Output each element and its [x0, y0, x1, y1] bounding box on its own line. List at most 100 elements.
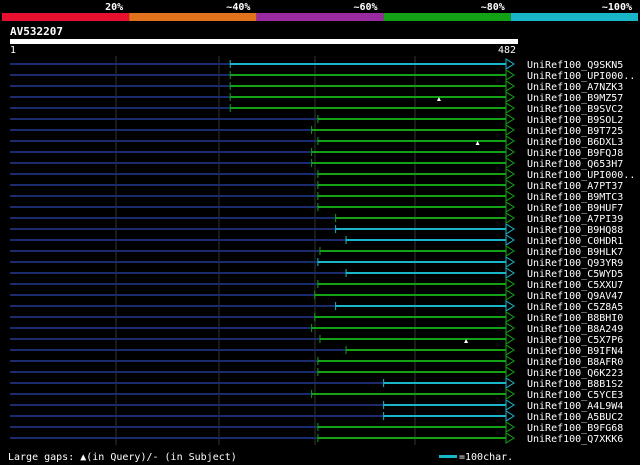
hit-list: UniRef100_Q9SKN5UniRef100_UPI000..UniRef…: [10, 58, 635, 445]
hit-row[interactable]: UniRef100_B9FQJ8: [10, 146, 623, 159]
hit-row[interactable]: UniRef100_A7NZK3: [10, 80, 623, 93]
hit-label[interactable]: UniRef100_B9MTC3: [527, 192, 623, 203]
hit-row[interactable]: UniRef100_Q7XKK6: [10, 432, 623, 445]
hit-row[interactable]: UniRef100_B9HLK7: [10, 245, 623, 258]
legend-label: 20%: [105, 2, 123, 13]
hit-row[interactable]: UniRef100_B8AFR0: [10, 355, 623, 368]
hit-row[interactable]: UniRef100_A5BUC2: [10, 410, 623, 423]
hit-row[interactable]: UniRef100_B9SOL2: [10, 113, 623, 126]
hit-label[interactable]: UniRef100_B9MZ57: [527, 93, 623, 104]
hit-label[interactable]: UniRef100_B9HUF7: [527, 203, 623, 214]
hit-label[interactable]: UniRef100_Q9AV47: [527, 291, 623, 302]
hit-arrowhead: [505, 410, 515, 422]
hit-label[interactable]: UniRef100_B9SVC2: [527, 104, 623, 115]
hit-label[interactable]: UniRef100_B6DXL3: [527, 137, 623, 148]
hit-row[interactable]: UniRef100_B9MTC3: [10, 190, 623, 203]
hit-label[interactable]: UniRef100_Q653H7: [527, 159, 623, 170]
footer-gaps-note: Large gaps: ▲(in Query)/- (in Subject): [8, 452, 237, 463]
hit-row[interactable]: UniRef100_Q653H7: [10, 157, 623, 170]
hit-arrowhead: [505, 179, 515, 191]
hit-row[interactable]: UniRef100_Q93YR9: [10, 256, 623, 269]
hit-label[interactable]: UniRef100_B9HQ88: [527, 225, 623, 236]
hit-row[interactable]: UniRef100_B9HUF7: [10, 201, 623, 214]
hit-label[interactable]: UniRef100_B8AFR0: [527, 357, 623, 368]
hit-label[interactable]: UniRef100_B8A249: [527, 324, 623, 335]
hit-row[interactable]: UniRef100_B9IFN4: [10, 344, 623, 357]
hit-row[interactable]: UniRef100_C5X7P6: [10, 333, 623, 346]
hit-row[interactable]: UniRef100_B9HQ88: [10, 223, 623, 236]
hit-arrowhead: [505, 432, 515, 444]
hit-row[interactable]: UniRef100_B9FG68: [10, 421, 623, 434]
hit-row[interactable]: UniRef100_B9SVC2: [10, 102, 623, 115]
hit-row[interactable]: UniRef100_A4L9W4: [10, 399, 623, 412]
legend-segment: [383, 13, 511, 21]
hit-row[interactable]: UniRef100_B8BHI0: [10, 311, 623, 324]
hit-arrowhead: [505, 355, 515, 367]
hit-row[interactable]: UniRef100_C5XXU7: [10, 278, 623, 291]
hit-row[interactable]: UniRef100_B8B1S2: [10, 377, 623, 390]
hit-row[interactable]: UniRef100_B9MZ57: [10, 91, 623, 104]
hit-label[interactable]: UniRef100_Q9SKN5: [527, 60, 623, 71]
hit-row[interactable]: UniRef100_UPI000..: [10, 69, 635, 82]
hit-row[interactable]: UniRef100_UPI000..: [10, 168, 635, 181]
hit-arrowhead: [505, 333, 515, 345]
legend-segment: [2, 13, 130, 21]
hit-row[interactable]: UniRef100_B9T725: [10, 124, 623, 137]
hit-arrowhead: [505, 223, 515, 235]
hit-arrowhead: [505, 124, 515, 136]
hit-arrowhead: [505, 421, 515, 433]
hit-row[interactable]: UniRef100_Q9SKN5: [10, 58, 623, 71]
hit-row[interactable]: UniRef100_C5YCE3: [10, 388, 623, 401]
hit-label[interactable]: UniRef100_Q93YR9: [527, 258, 623, 269]
hit-label[interactable]: UniRef100_B8BHI0: [527, 313, 623, 324]
hit-label[interactable]: UniRef100_B9HLK7: [527, 247, 623, 258]
hit-label[interactable]: UniRef100_C5YCE3: [527, 390, 623, 401]
hit-label[interactable]: UniRef100_B9FQJ8: [527, 148, 623, 159]
hit-arrowhead: [505, 267, 515, 279]
hit-arrowhead: [505, 212, 515, 224]
hit-label[interactable]: UniRef100_B9T725: [527, 126, 623, 137]
hit-row[interactable]: UniRef100_A7PT37: [10, 179, 623, 192]
hit-row[interactable]: UniRef100_B8A249: [10, 322, 623, 335]
hit-label[interactable]: UniRef100_C5XXU7: [527, 280, 623, 291]
hit-row[interactable]: UniRef100_A7PI39: [10, 212, 623, 225]
hit-label[interactable]: UniRef100_UPI000..: [527, 71, 635, 82]
hit-label[interactable]: UniRef100_A5BUC2: [527, 412, 623, 423]
legend-label: ~100%: [602, 2, 632, 13]
hit-row[interactable]: UniRef100_C0HDR1: [10, 234, 623, 247]
hit-arrowhead: [505, 289, 515, 301]
hit-label[interactable]: UniRef100_Q6K223: [527, 368, 623, 379]
hit-row[interactable]: UniRef100_Q9AV47: [10, 289, 623, 302]
hit-label[interactable]: UniRef100_C5WYD5: [527, 269, 623, 280]
hit-label[interactable]: UniRef100_B9FG68: [527, 423, 623, 434]
hit-label[interactable]: UniRef100_A7NZK3: [527, 82, 623, 93]
query-ruler: [10, 39, 518, 44]
hit-label[interactable]: UniRef100_Q7XKK6: [527, 434, 623, 445]
hit-arrowhead: [505, 190, 515, 202]
query-start-label: 1: [10, 45, 16, 56]
hit-label[interactable]: UniRef100_A4L9W4: [527, 401, 623, 412]
alignment-chart: 20% ~40% ~60% ~80% ~100% AV532207 1 482 UniR…: [2, 2, 638, 463]
hit-row[interactable]: UniRef100_Q6K223: [10, 366, 623, 379]
hit-label[interactable]: UniRef100_C5X7P6: [527, 335, 623, 346]
hit-arrowhead: [505, 135, 515, 147]
hit-label[interactable]: UniRef100_UPI000..: [527, 170, 635, 181]
hit-arrowhead: [505, 69, 515, 81]
hit-arrowhead: [505, 388, 515, 400]
hit-label[interactable]: UniRef100_A7PT37: [527, 181, 623, 192]
hit-label[interactable]: UniRef100_C5Z8A5: [527, 302, 623, 313]
hit-arrowhead: [505, 300, 515, 312]
hit-label[interactable]: UniRef100_B9IFN4: [527, 346, 623, 357]
hit-row[interactable]: UniRef100_C5Z8A5: [10, 300, 623, 313]
hit-arrowhead: [505, 234, 515, 246]
query-end-label: 482: [498, 45, 516, 56]
hit-row[interactable]: UniRef100_C5WYD5: [10, 267, 623, 280]
hit-row[interactable]: UniRef100_B6DXL3: [10, 135, 623, 148]
hit-arrowhead: [505, 322, 515, 334]
hit-label[interactable]: UniRef100_B9SOL2: [527, 115, 623, 126]
legend-label: ~80%: [481, 2, 505, 13]
hit-label[interactable]: UniRef100_A7PI39: [527, 214, 623, 225]
hit-label[interactable]: UniRef100_C0HDR1: [527, 236, 623, 247]
hit-label[interactable]: UniRef100_B8B1S2: [527, 379, 623, 390]
legend-label: ~40%: [226, 2, 250, 13]
